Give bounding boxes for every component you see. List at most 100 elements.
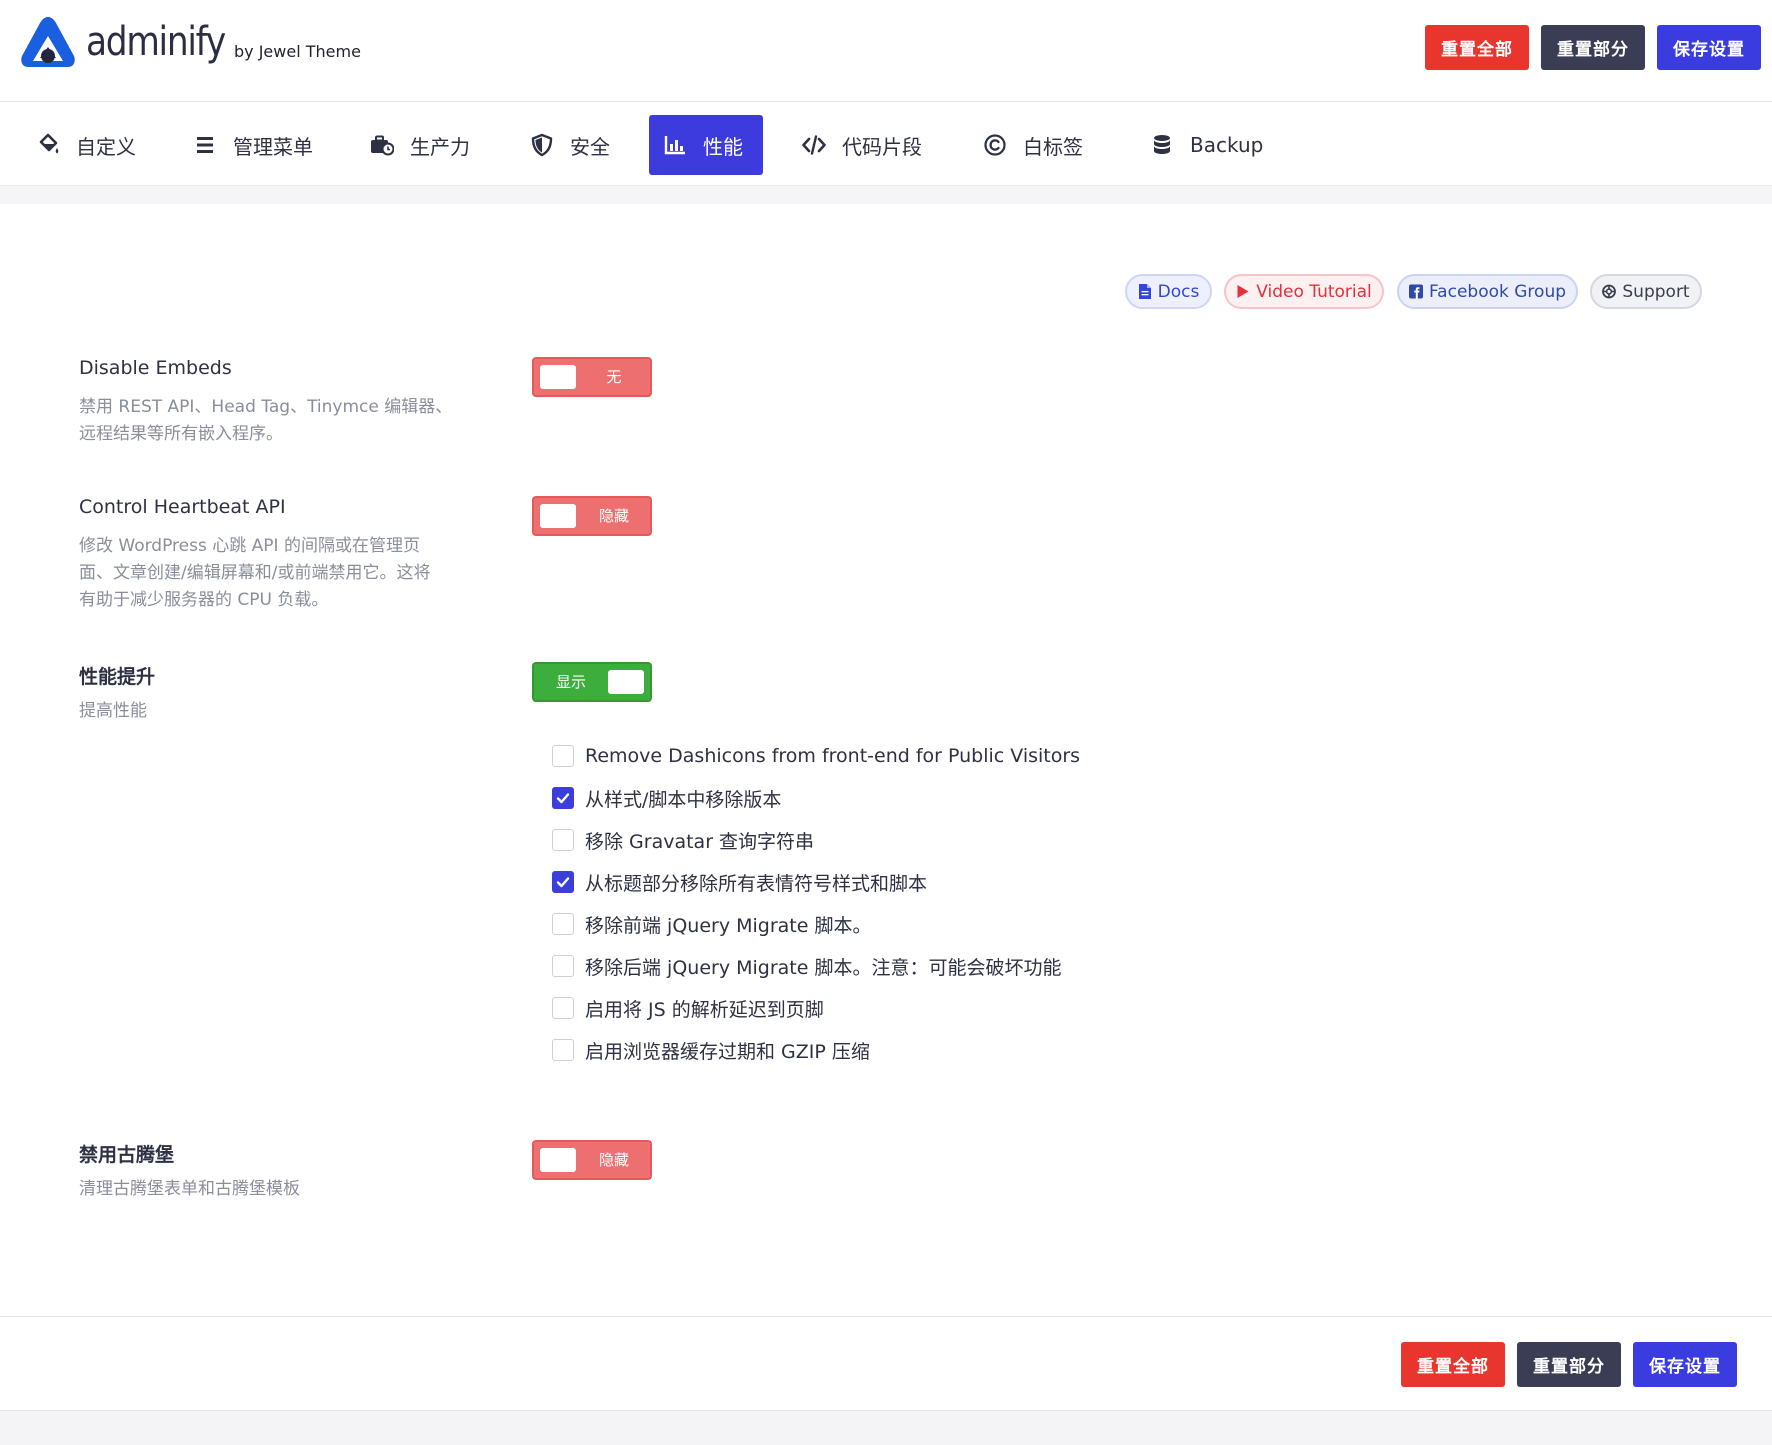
briefcase-clock-icon [371, 135, 394, 156]
checkbox[interactable] [552, 913, 574, 935]
tab-admin-menu[interactable]: 管理菜单 [179, 115, 327, 175]
option-remove-backend-jquery-migrate[interactable]: 移除后端 jQuery Migrate 脚本。注意：可能会破坏功能 [552, 953, 1061, 979]
option-label: 移除前端 jQuery Migrate 脚本。 [585, 914, 872, 937]
performance-boost-title: 性能提升 [79, 666, 156, 688]
disable-embeds-toggle[interactable]: 无 [532, 357, 652, 397]
checkbox[interactable] [552, 1039, 574, 1061]
checkbox[interactable] [552, 955, 574, 977]
option-label: 启用将 JS 的解析延迟到页脚 [585, 998, 824, 1021]
checkbox[interactable] [552, 871, 574, 893]
tab-label: Backup [1190, 133, 1264, 157]
checkbox[interactable] [552, 829, 574, 851]
tab-performance[interactable]: 性能 [649, 115, 763, 175]
description-line: 禁用 REST API、Head Tag、Tinymce 编辑器、 [79, 397, 453, 417]
tab-label: 白标签 [1023, 134, 1083, 159]
toggle-knob [608, 670, 644, 694]
option-remove-emoji[interactable]: 从标题部分移除所有表情符号样式和脚本 [552, 869, 927, 895]
reset-section-button[interactable]: 重置部分 [1541, 25, 1645, 70]
reset-all-button-footer[interactable]: 重置全部 [1401, 1342, 1505, 1387]
toggle-knob [540, 365, 576, 389]
option-label: 移除后端 jQuery Migrate 脚本。注意：可能会破坏功能 [585, 956, 1062, 979]
paint-bucket-icon [39, 133, 59, 154]
save-settings-button[interactable]: 保存设置 [1657, 25, 1761, 70]
play-icon [1237, 285, 1249, 298]
checkmark-icon [556, 877, 570, 888]
option-defer-js-parsing[interactable]: 启用将 JS 的解析延迟到页脚 [552, 995, 824, 1021]
top-header: adminify by Jewel Theme 重置全部 重置部分 保存设置 [0, 0, 1772, 102]
option-remove-frontend-jquery-migrate[interactable]: 移除前端 jQuery Migrate 脚本。 [552, 911, 871, 937]
adminify-logo-icon [21, 17, 75, 67]
tab-security[interactable]: 安全 [516, 115, 624, 175]
option-label: Remove Dashicons from front-end for Publ… [585, 745, 1081, 767]
tab-label: 安全 [570, 134, 610, 159]
option-label: 从标题部分移除所有表情符号样式和脚本 [585, 872, 928, 895]
admin-page: adminify by Jewel Theme 重置全部 重置部分 保存设置 自… [0, 0, 1772, 1445]
toggle-label: 隐藏 [598, 1151, 629, 1169]
tab-label: 生产力 [410, 134, 470, 159]
shield-icon [531, 133, 553, 157]
tab-label: 自定义 [76, 134, 136, 159]
tab-productivity[interactable]: 生产力 [356, 115, 484, 175]
option-remove-dashicons[interactable]: Remove Dashicons from front-end for Publ… [552, 743, 1080, 769]
brand-logo[interactable]: adminify by Jewel Theme [18, 14, 361, 70]
toggle-label: 无 [606, 368, 622, 386]
checkbox[interactable] [552, 745, 574, 767]
reset-all-button[interactable]: 重置全部 [1425, 25, 1529, 70]
option-remove-gravatar-query[interactable]: 移除 Gravatar 查询字符串 [552, 827, 814, 853]
disable-gutenberg-toggle[interactable]: 隐藏 [532, 1140, 652, 1180]
description-line: 修改 WordPress 心跳 API 的间隔或在管理页 [79, 536, 420, 556]
performance-boost-toggle[interactable]: 显示 [532, 662, 652, 702]
docs-link[interactable]: Docs [1125, 274, 1212, 309]
description-line: 有助于减少服务器的 CPU 负载。 [79, 590, 329, 610]
brand-name: adminify [86, 19, 226, 65]
facebook-icon [1408, 284, 1423, 299]
brand-byline: by Jewel Theme [234, 42, 361, 61]
docs-link-label: Docs [1157, 281, 1200, 302]
tab-label: 性能 [703, 134, 743, 159]
description-line: 面、文章创建/编辑屏幕和/或前端禁用它。这将 [79, 563, 431, 583]
performance-boost-description: 提高性能 [79, 701, 147, 721]
document-icon [1138, 284, 1151, 299]
heartbeat-api-description: 修改 WordPress 心跳 API 的间隔或在管理页 面、文章创建/编辑屏幕… [79, 533, 499, 614]
toggle-label: 显示 [555, 673, 586, 691]
checkbox[interactable] [552, 997, 574, 1019]
option-label: 启用浏览器缓存过期和 GZIP 压缩 [585, 1040, 870, 1063]
settings-tab-bar: 自定义 管理菜单 生产力 安全 性能 代码片段 白标签 Backup [0, 102, 1772, 186]
tab-label: 管理菜单 [233, 134, 313, 159]
tab-white-label[interactable]: 白标签 [969, 115, 1097, 175]
toggle-label: 隐藏 [598, 507, 629, 525]
toggle-knob [540, 1148, 576, 1172]
checkbox[interactable] [552, 787, 574, 809]
description-line: 远程结果等所有嵌入程序。 [79, 424, 283, 444]
tab-backup[interactable]: Backup [1136, 115, 1277, 175]
option-label: 从样式/脚本中移除版本 [585, 788, 782, 811]
support-label: Support [1622, 281, 1690, 302]
save-settings-button-footer[interactable]: 保存设置 [1633, 1342, 1737, 1387]
checkmark-icon [556, 793, 570, 804]
tab-code-snippets[interactable]: 代码片段 [788, 115, 936, 175]
reset-section-button-footer[interactable]: 重置部分 [1517, 1342, 1621, 1387]
video-tutorial-link[interactable]: Video Tutorial [1224, 274, 1384, 309]
tab-customize[interactable]: 自定义 [22, 115, 150, 175]
performance-settings-panel: Docs Video Tutorial Facebook Group Suppo… [0, 204, 1772, 1317]
heartbeat-api-title: Control Heartbeat API [79, 496, 286, 518]
tab-label: 代码片段 [842, 134, 922, 159]
disable-embeds-description: 禁用 REST API、Head Tag、Tinymce 编辑器、 远程结果等所… [79, 394, 499, 448]
footer-action-bar: 重置全部 重置部分 保存设置 [0, 1317, 1772, 1411]
support-lifebuoy-icon [1602, 284, 1617, 299]
disable-embeds-title: Disable Embeds [79, 357, 232, 379]
bar-chart-icon [664, 136, 685, 155]
support-link[interactable]: Support [1590, 274, 1702, 309]
database-icon [1154, 135, 1170, 154]
disable-gutenberg-title: 禁用古腾堡 [79, 1144, 175, 1166]
copyright-icon [984, 134, 1006, 156]
facebook-group-label: Facebook Group [1428, 281, 1567, 302]
facebook-group-link[interactable]: Facebook Group [1397, 274, 1578, 309]
option-remove-version-strings[interactable]: 从样式/脚本中移除版本 [552, 785, 781, 811]
content-divider [0, 186, 1772, 204]
video-tutorial-label: Video Tutorial [1256, 281, 1372, 302]
option-browser-cache-gzip[interactable]: 启用浏览器缓存过期和 GZIP 压缩 [552, 1037, 870, 1063]
toggle-knob [540, 504, 576, 528]
disable-gutenberg-description: 清理古腾堡表单和古腾堡模板 [79, 1179, 300, 1199]
heartbeat-api-toggle[interactable]: 隐藏 [532, 496, 652, 536]
